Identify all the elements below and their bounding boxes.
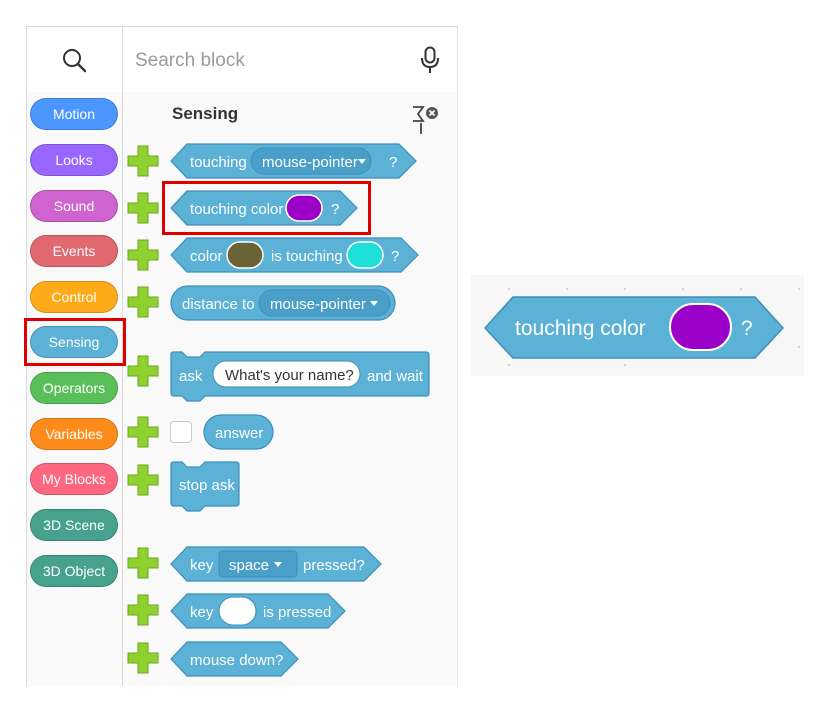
category-control[interactable]: Control [30,281,118,313]
add-block-plus-icon[interactable] [126,285,160,319]
block-label: pressed? [303,557,365,574]
category-motion[interactable]: Motion [30,98,118,130]
zoom-question-mark: ? [741,317,753,340]
search-input[interactable]: Search block [135,50,245,72]
distance-to-block[interactable]: distance to mouse-pointer [170,284,398,322]
touching-color-highlight [162,181,371,235]
touching-block[interactable]: touching mouse-pointer ? [170,142,418,180]
dropdown-value[interactable]: mouse-pointer [270,296,366,313]
block-label: key [190,604,214,621]
add-block-plus-icon[interactable] [126,593,160,627]
mouse-down-block[interactable]: mouse down? [170,640,302,678]
key-pressed-block[interactable]: key space pressed? [170,545,384,583]
category-events[interactable]: Events [30,235,118,267]
dropdown-value[interactable]: space [229,557,269,574]
color-is-touching-block[interactable]: color is touching ? [170,236,420,274]
category-sound[interactable]: Sound [30,190,118,222]
category-3d-object[interactable]: 3D Object [30,555,118,587]
key-is-pressed-block[interactable]: key is pressed [170,592,348,630]
block-label: touching [190,154,247,171]
category-label: Sound [53,198,95,214]
category-looks[interactable]: Looks [30,144,118,176]
key-input[interactable] [218,596,257,626]
block-label: color [190,248,223,265]
ask-input-value: What's your name? [225,367,354,384]
add-block-plus-icon[interactable] [126,463,160,497]
category-label: Control [51,289,97,305]
sensing-highlight [24,318,126,366]
add-block-plus-icon[interactable] [126,144,160,178]
add-block-plus-icon[interactable] [126,546,160,580]
block-label: distance to [182,296,255,313]
search-button[interactable] [27,27,122,92]
answer-checkbox[interactable] [170,421,192,443]
question-mark: ? [391,248,399,265]
category-operators[interactable]: Operators [30,372,118,404]
category-label: Events [52,243,96,259]
add-block-plus-icon[interactable] [126,641,160,675]
search-icon[interactable] [27,27,122,92]
zoom-color-swatch [669,303,732,351]
add-block-plus-icon[interactable] [126,191,160,225]
touching-color-block-zoomed: touching color ? [483,296,785,359]
category-my-blocks[interactable]: My Blocks [30,463,118,495]
color-swatch[interactable] [226,241,264,269]
category-label: Looks [55,152,93,168]
block-label: key [190,557,214,574]
block-label: ask [179,368,203,385]
category-label: Operators [42,380,106,396]
ask-and-wait-block[interactable]: ask What's your name? and wait [170,350,432,404]
category-variables[interactable]: Variables [30,418,118,450]
add-block-plus-icon[interactable] [126,238,160,272]
block-label: and wait [367,368,424,385]
color-swatch[interactable] [346,241,384,269]
add-block-plus-icon[interactable] [126,354,160,388]
category-label: Motion [52,106,96,122]
block-label: stop ask [179,477,235,494]
category-label: 3D Scene [43,517,105,533]
block-label: mouse down? [190,652,283,669]
dropdown-value[interactable]: mouse-pointer [262,154,358,171]
pin-icon[interactable] [410,104,440,138]
category-label: 3D Object [42,563,106,579]
block-label: answer [215,425,263,442]
add-block-plus-icon[interactable] [126,415,160,449]
zoom-block-label: touching color [515,317,646,340]
question-mark: ? [389,154,397,171]
block-label: is pressed [263,604,331,621]
answer-block[interactable]: answer [203,413,275,451]
stop-ask-block[interactable]: stop ask [170,460,242,514]
section-title: Sensing [172,104,239,123]
category-label: My Blocks [42,471,106,487]
category-3d-scene[interactable]: 3D Scene [30,509,118,541]
block-label: is touching [271,248,343,265]
category-label: Variables [45,426,103,442]
microphone-icon[interactable] [418,46,442,76]
